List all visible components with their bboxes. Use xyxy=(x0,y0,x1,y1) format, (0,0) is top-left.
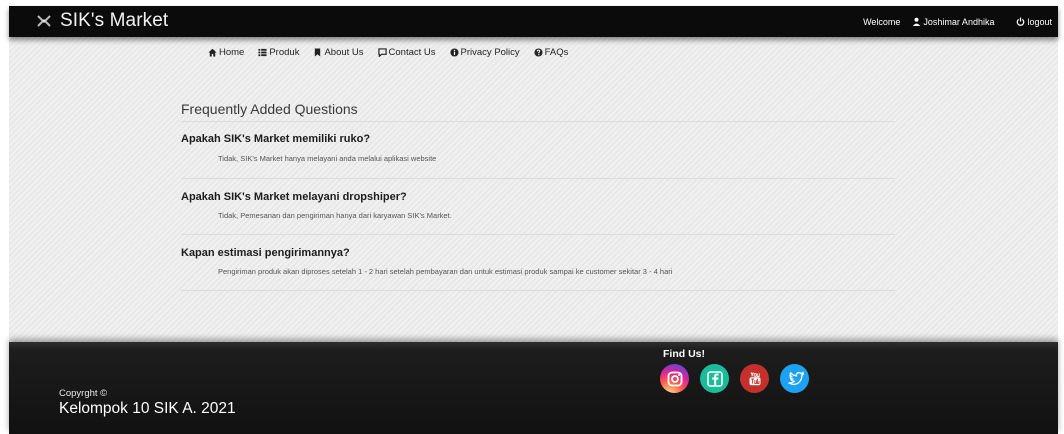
brand-link[interactable]: SIK's Market xyxy=(36,9,168,33)
copyright-team: Kelompok 10 SIK A. 2021 xyxy=(59,400,236,417)
faq-divider xyxy=(181,178,895,179)
instagram-icon xyxy=(667,371,682,386)
question-icon xyxy=(534,48,543,57)
list-icon xyxy=(258,48,267,57)
brand-logo-icon xyxy=(37,15,51,27)
youtube-link[interactable] xyxy=(740,364,769,393)
power-icon xyxy=(1017,17,1025,26)
youtube-icon xyxy=(749,371,760,385)
footer: Copyrght © Kelompok 10 SIK A. 2021 Find … xyxy=(9,342,1058,434)
main-nav: Home Produk About Us Contact Us Privacy … xyxy=(208,47,582,58)
facebook-icon xyxy=(706,370,723,387)
nav-faqs[interactable]: FAQs xyxy=(534,47,569,58)
nav-about[interactable]: About Us xyxy=(313,47,364,58)
faq-divider xyxy=(181,234,895,235)
find-us-heading: Find Us! xyxy=(663,348,705,360)
nav-about-label: About Us xyxy=(324,47,364,58)
user-menu: Welcome Joshimar Andhika logout xyxy=(863,6,1052,37)
brand-title: SIK's Market xyxy=(60,10,169,31)
faq-question: Apakah SIK's Market melayani dropshiper? xyxy=(181,191,407,203)
user-profile-link[interactable]: Joshimar Andhika xyxy=(912,17,994,27)
user-name: Joshimar Andhika xyxy=(923,16,995,27)
nav-produk-label: Produk xyxy=(269,47,300,58)
welcome-text: Welcome xyxy=(863,16,901,27)
faq-question: Apakah SIK's Market memiliki ruko? xyxy=(181,133,371,145)
bookmark-icon xyxy=(315,48,321,57)
nav-produk[interactable]: Produk xyxy=(258,47,299,58)
nav-contact[interactable]: Contact Us xyxy=(377,47,436,58)
home-icon xyxy=(208,48,217,57)
instagram-link[interactable] xyxy=(660,364,689,393)
facebook-link[interactable] xyxy=(700,364,729,393)
nav-privacy-label: Privacy Policy xyxy=(460,47,520,58)
main-content: Home Produk About Us Contact Us Privacy … xyxy=(9,37,1058,342)
faq-answer: Pengiriman produk akan diproses setelah … xyxy=(218,267,673,276)
faq-divider xyxy=(181,121,895,122)
chat-icon xyxy=(377,48,387,57)
faq-question: Kapan estimasi pengirimannya? xyxy=(181,247,350,259)
faq-heading: Frequently Added Questions xyxy=(181,101,358,117)
faq-answer: Tidak, Pemesanan dan pengiriman hanya da… xyxy=(218,211,452,220)
logout-label: logout xyxy=(1027,16,1052,27)
user-icon xyxy=(913,17,921,26)
top-navbar: SIK's Market Welcome Joshimar Andhika lo… xyxy=(9,6,1058,37)
nav-privacy[interactable]: Privacy Policy xyxy=(449,47,520,58)
faq-answer: Tidak, SIK's Market hanya melayani anda … xyxy=(218,154,437,163)
nav-faqs-label: FAQs xyxy=(544,47,569,58)
nav-contact-label: Contact Us xyxy=(388,47,436,58)
twitter-icon xyxy=(787,370,804,385)
copyright-label: Copyrght © xyxy=(59,388,108,399)
logout-link[interactable]: logout xyxy=(1016,17,1052,27)
twitter-link[interactable] xyxy=(780,364,809,393)
faq-divider xyxy=(181,290,895,291)
nav-home[interactable]: Home xyxy=(208,47,244,58)
info-icon xyxy=(449,48,459,57)
nav-home-label: Home xyxy=(219,47,245,58)
